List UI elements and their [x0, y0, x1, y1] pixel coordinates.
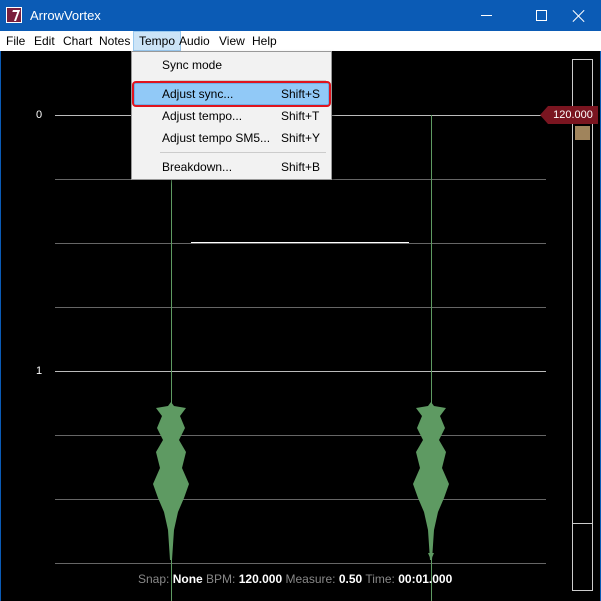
bpm-label: BPM:: [206, 572, 236, 586]
highlight-annotation: [132, 81, 331, 107]
measure-label: Measure:: [285, 572, 336, 586]
menu-item-sync-mode[interactable]: Sync mode: [134, 54, 329, 76]
bpm-marker[interactable]: 120.000: [540, 106, 598, 124]
menu-item-breakdown[interactable]: Breakdown... Shift+B: [134, 156, 329, 178]
waveform-blob-left: [153, 402, 189, 560]
time-label: Time:: [365, 572, 395, 586]
measure-value: 0.50: [338, 572, 363, 586]
snap-value: None: [172, 572, 203, 586]
menu-item-adjust-tempo[interactable]: Adjust tempo... Shift+T: [134, 105, 329, 127]
bpm-value: 120.000: [238, 572, 283, 586]
menu-item-adjust-tempo-sm5[interactable]: Adjust tempo SM5... Shift+Y: [134, 127, 329, 149]
scrollbar-divider: [573, 523, 592, 524]
status-bar: Snap: None BPM: 120.000 Measure: 0.50 Ti…: [138, 572, 452, 586]
tempo-dropdown-menu: Sync mode Adjust sync... Shift+S Adjust …: [131, 51, 332, 180]
menu-separator: [160, 152, 326, 153]
time-value: 00:01.000: [398, 572, 453, 586]
scrollbar-thumb[interactable]: [575, 126, 590, 140]
waveform-blob-right: [413, 402, 449, 560]
snap-label: Snap:: [138, 572, 170, 586]
note-arrow-icon: [428, 553, 434, 560]
